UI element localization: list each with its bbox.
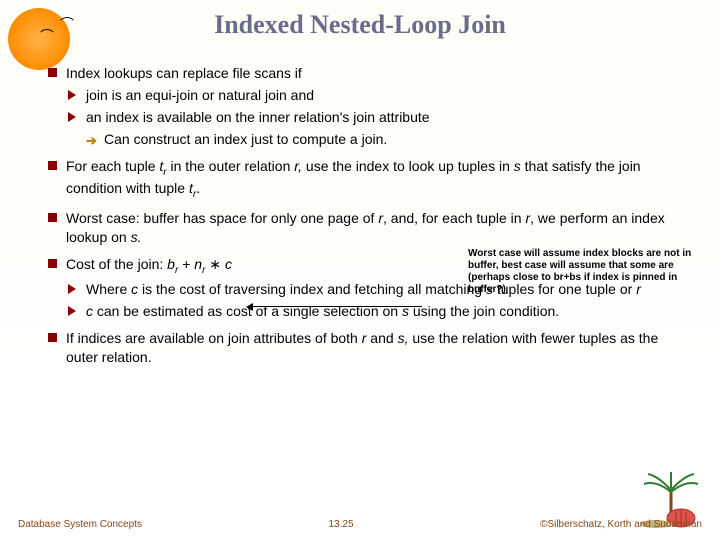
square-bullet-icon	[48, 333, 57, 342]
text: Where	[86, 281, 131, 297]
text: and	[366, 330, 397, 346]
text: For each tuple	[66, 158, 159, 174]
footer-left: Database System Concepts	[18, 519, 142, 530]
triangle-bullet-icon	[68, 284, 76, 294]
text: ∗	[205, 256, 225, 272]
footer-right: ©Silberschatz, Korth and Sudarshan	[540, 519, 702, 530]
square-bullet-icon	[48, 259, 57, 268]
footer: Database System Concepts 13.25 ©Silbersc…	[0, 519, 720, 530]
annotation-note: Worst case will assume index blocks are …	[468, 248, 694, 296]
text: Cost of the join:	[66, 256, 167, 272]
text: is the cost of traversing index and fetc…	[138, 281, 486, 297]
text: Worst case: buffer has space for only on…	[66, 210, 378, 226]
triangle-bullet-icon	[68, 306, 76, 316]
bullet-3: ➔ Can construct an index just to compute …	[48, 130, 686, 149]
bullet-1: Index lookups can replace file scans if	[48, 64, 686, 83]
arrow-bullet-icon: ➔	[86, 132, 97, 150]
text: an index is available on the inner relat…	[86, 109, 430, 125]
var: s,	[398, 330, 409, 346]
square-bullet-icon	[48, 161, 57, 170]
triangle-bullet-icon	[68, 90, 76, 100]
var: c	[225, 256, 232, 272]
var: c	[86, 303, 93, 319]
bird-decoration: ⌒	[60, 14, 74, 34]
square-bullet-icon	[48, 213, 57, 222]
bullet-2: c can be estimated as cost of a single s…	[48, 302, 686, 321]
var: s	[514, 158, 521, 174]
var: s.	[131, 229, 142, 245]
text: using the join condition.	[409, 303, 559, 319]
footer-center: 13.25	[329, 519, 354, 530]
square-bullet-icon	[48, 68, 57, 77]
var: n	[194, 256, 202, 272]
text: Can construct an index just to compute a…	[104, 131, 387, 147]
text: If indices are available on join attribu…	[66, 330, 362, 346]
bullet-1: For each tuple tr in the outer relation …	[48, 157, 686, 202]
annotation-arrow-line	[252, 306, 422, 307]
annotation-arrow-head-icon	[246, 303, 253, 311]
slide-body: Index lookups can replace file scans if …	[0, 40, 720, 367]
text: join is an equi-join or natural join and	[86, 87, 314, 103]
text: .	[196, 180, 200, 196]
slide-title: Indexed Nested-Loop Join	[0, 0, 720, 40]
bullet-1: If indices are available on join attribu…	[48, 329, 686, 367]
text: , and, for each tuple in	[383, 210, 525, 226]
text: use the index to look up tuples in	[302, 158, 514, 174]
var: b	[167, 256, 175, 272]
triangle-bullet-icon	[68, 112, 76, 122]
text: Index lookups can replace file scans if	[66, 65, 302, 81]
var: r,	[294, 158, 302, 174]
text: +	[178, 256, 194, 272]
bullet-2: an index is available on the inner relat…	[48, 108, 686, 127]
bullet-2: join is an equi-join or natural join and	[48, 86, 686, 105]
bullet-1: Worst case: buffer has space for only on…	[48, 209, 686, 247]
text: in the outer relation	[167, 158, 295, 174]
bird-decoration: ⌒	[40, 26, 54, 46]
